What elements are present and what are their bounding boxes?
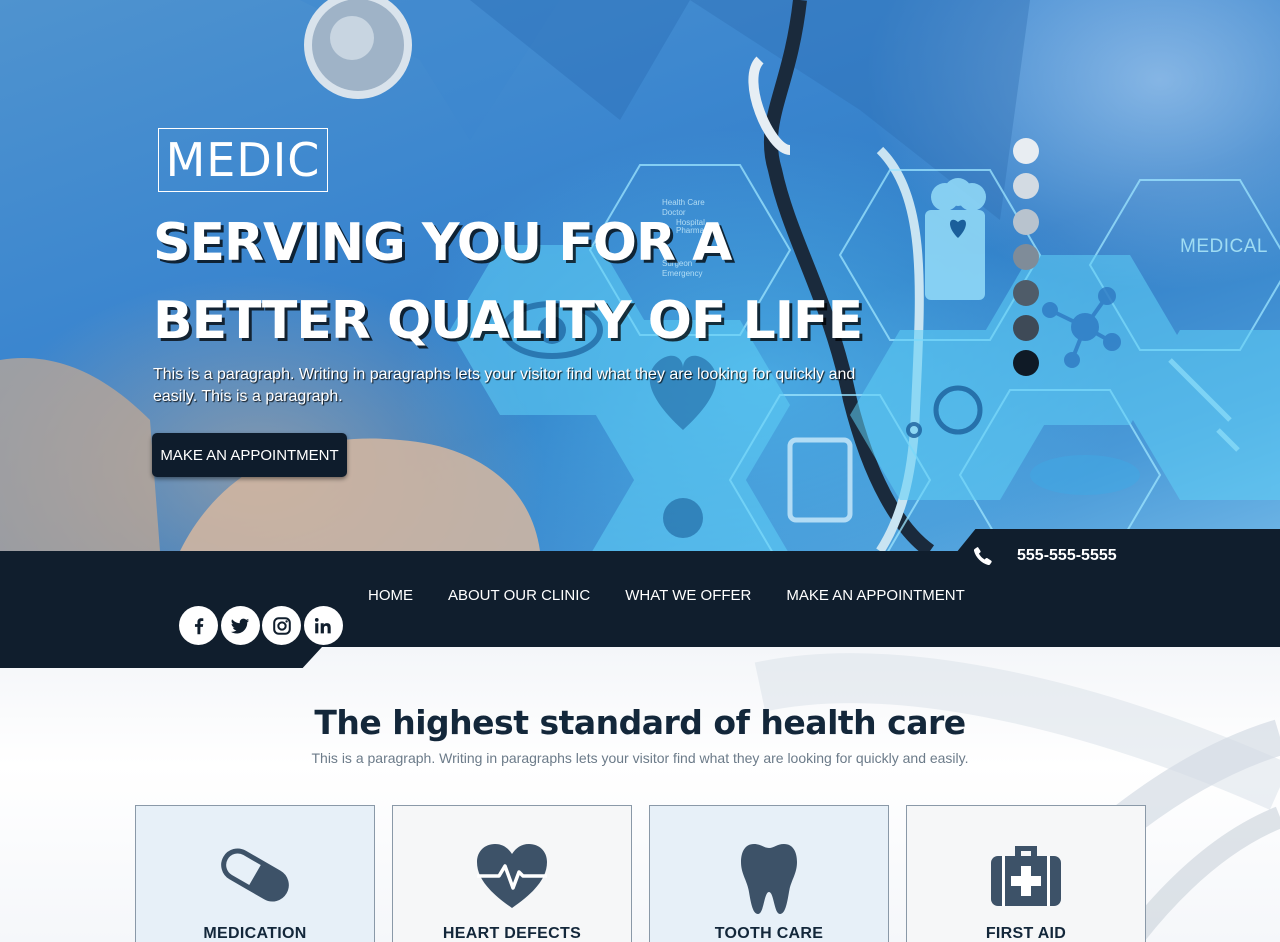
- navbar-notch: [0, 647, 322, 668]
- instagram-icon: [272, 616, 291, 635]
- service-card-tooth-care[interactable]: TOOTH CARE: [649, 805, 889, 942]
- hero-title-line-1: SERVING YOU FOR A: [153, 213, 732, 273]
- phone-number: 555-555-5555: [1017, 547, 1117, 564]
- service-title: MEDICATION: [203, 925, 307, 942]
- nav-link-make-an-appointment[interactable]: MAKE AN APPOINTMENT: [786, 586, 964, 606]
- make-appointment-button[interactable]: MAKE AN APPOINTMENT: [152, 433, 347, 477]
- hero-title-line-2: BETTER QUALITY OF LIFE: [153, 291, 863, 351]
- hero-title: SERVING YOU FOR A BETTER QUALITY OF LIFE: [153, 204, 913, 360]
- hero-banner: Health Care Doctor Hospital Pharmacist Sur…: [0, 0, 1280, 551]
- service-title: FIRST AID: [985, 925, 1067, 942]
- first-aid-kit-icon: [991, 846, 1061, 906]
- service-card-medication[interactable]: MEDICATION: [135, 805, 375, 942]
- section-title: The highest standard of health care: [314, 703, 966, 742]
- nav-link-what-we-offer[interactable]: WHAT WE OFFER: [625, 586, 751, 606]
- nav-link-home[interactable]: HOME: [368, 586, 413, 606]
- phone-contact[interactable]: 555-555-5555: [972, 543, 1117, 569]
- slider-dot-3[interactable]: [1013, 208, 1039, 235]
- service-card-first-aid[interactable]: FIRST AID: [906, 805, 1146, 942]
- site-logo[interactable]: MEDIC: [158, 128, 328, 192]
- slider-dot-6[interactable]: [1013, 314, 1039, 341]
- section-subtitle: This is a paragraph. Writing in paragrap…: [311, 750, 969, 766]
- slider-dot-1[interactable]: [1013, 138, 1039, 164]
- slider-dot-5[interactable]: [1013, 279, 1039, 306]
- nav-menu: HOME ABOUT OUR CLINIC WHAT WE OFFER MAKE…: [368, 586, 1000, 606]
- nav-link-about-our-clinic[interactable]: ABOUT OUR CLINIC: [448, 586, 590, 606]
- instagram-link[interactable]: [262, 606, 302, 645]
- service-title: TOOTH CARE: [714, 925, 824, 942]
- slider-dot-7[interactable]: [1013, 350, 1039, 377]
- twitter-icon: [230, 618, 250, 634]
- service-title: HEART DEFECTS: [442, 925, 582, 942]
- slider-dot-2[interactable]: [1013, 173, 1039, 200]
- social-links: [179, 606, 345, 645]
- slider-dot-4[interactable]: [1013, 244, 1039, 271]
- phone-icon: [973, 547, 992, 566]
- heartbeat-icon: [477, 844, 547, 908]
- service-card-heart-defects[interactable]: HEART DEFECTS: [392, 805, 632, 942]
- linkedin-icon: [315, 617, 331, 633]
- hero-paragraph: This is a paragraph. Writing in paragrap…: [153, 366, 856, 405]
- medical-hex-label: MEDICAL: [1180, 236, 1268, 257]
- facebook-link[interactable]: [179, 606, 218, 645]
- pill-icon: [221, 848, 289, 902]
- tooth-icon: [741, 844, 797, 914]
- twitter-link[interactable]: [220, 606, 260, 645]
- linkedin-link[interactable]: [303, 606, 343, 645]
- facebook-icon: [194, 617, 203, 634]
- slider-dots: [1013, 138, 1040, 386]
